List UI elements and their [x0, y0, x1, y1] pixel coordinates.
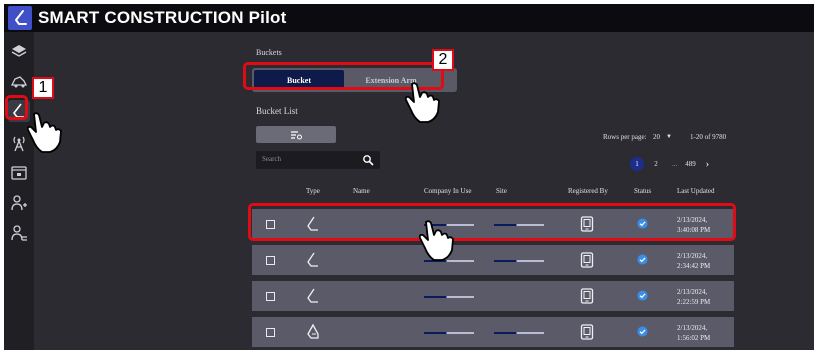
- table-row[interactable]: 2/13/2024, 1:56:02 PM: [252, 317, 734, 347]
- chevron-right-icon[interactable]: ›: [706, 159, 709, 170]
- site-bar: [494, 332, 544, 334]
- page-1-button[interactable]: 1: [630, 157, 644, 171]
- machines-icon: [10, 76, 28, 88]
- column-registered-by[interactable]: Registered By: [568, 187, 608, 195]
- bucket-icon: [307, 288, 318, 303]
- hand-pointer-icon: [418, 220, 454, 261]
- verified-status-icon: [637, 326, 648, 337]
- verified-status-icon: [637, 254, 648, 265]
- chevron-down-icon[interactable]: ▼: [666, 134, 672, 140]
- sidebar: [4, 32, 34, 350]
- row-checkbox[interactable]: [266, 328, 275, 337]
- pagination-range: 1-20 of 9780: [690, 133, 727, 141]
- slope-bucket-icon: [307, 323, 319, 339]
- sidebar-item-user-group[interactable]: [8, 222, 30, 244]
- rows-per-page-label: Rows per page:: [603, 133, 647, 141]
- last-updated: 2/13/2024, 1:56:02 PM: [677, 324, 711, 342]
- pagination: 1 2 ... 489 ›: [630, 157, 709, 171]
- verified-status-icon: [637, 290, 648, 301]
- row-checkbox[interactable]: [266, 292, 275, 301]
- column-name[interactable]: Name: [353, 187, 370, 195]
- row-checkbox[interactable]: [266, 256, 275, 265]
- sidebar-item-layers[interactable]: [8, 40, 30, 62]
- company-in-use-bar: [424, 332, 474, 334]
- cloud-screen-icon: [11, 166, 27, 180]
- sidebar-item-machines[interactable]: [8, 70, 30, 92]
- column-type[interactable]: Type: [306, 187, 320, 195]
- app-window: SMART CONSTRUCTION Pilot Buckets Bucket …: [4, 4, 814, 350]
- tablet-icon: [580, 324, 594, 340]
- filter-list-icon: [291, 130, 302, 139]
- page-ellipsis: ...: [672, 160, 678, 168]
- user-add-icon: [11, 195, 27, 211]
- bucket-icon: [307, 252, 318, 267]
- tablet-icon: [580, 288, 594, 304]
- tablet-icon: [580, 252, 594, 268]
- list-title: Bucket List: [256, 106, 298, 116]
- step-2-badge: 2: [432, 49, 454, 71]
- top-bar: SMART CONSTRUCTION Pilot: [4, 4, 814, 32]
- layers-icon: [11, 45, 27, 57]
- last-updated: 2/13/2024, 2:34:42 PM: [677, 252, 711, 270]
- hand-pointer-icon: [26, 112, 62, 153]
- sidebar-item-user-add[interactable]: [8, 192, 30, 214]
- site-bar: [494, 260, 544, 262]
- rows-per-page-select[interactable]: 20: [653, 133, 660, 141]
- column-last-updated[interactable]: Last Updated: [677, 187, 715, 195]
- app-title: SMART CONSTRUCTION Pilot: [38, 8, 287, 27]
- breadcrumb: Buckets: [256, 48, 282, 57]
- highlight-first-row: [248, 203, 736, 241]
- column-site[interactable]: Site: [496, 187, 507, 195]
- search-icon[interactable]: [362, 154, 374, 166]
- company-in-use-bar: [424, 296, 474, 298]
- hand-pointer-icon: [404, 82, 440, 123]
- page-2-button[interactable]: 2: [649, 157, 663, 171]
- last-updated: 2/13/2024, 2:22:59 PM: [677, 288, 711, 306]
- sidebar-item-cloud-screen[interactable]: [8, 162, 30, 184]
- search-input[interactable]: Search: [262, 155, 281, 163]
- step-1-badge: 1: [32, 77, 54, 99]
- table-row[interactable]: 2/13/2024, 2:22:59 PM: [252, 281, 734, 311]
- search-field[interactable]: Search: [256, 151, 380, 169]
- filter-button[interactable]: [256, 126, 336, 143]
- bucket-logo-icon: [15, 10, 27, 25]
- page-last-button[interactable]: 489: [685, 160, 696, 168]
- user-group-icon: [11, 225, 27, 241]
- column-status[interactable]: Status: [634, 187, 651, 195]
- logo: [8, 6, 32, 30]
- column-company-in-use[interactable]: Company In Use: [424, 187, 471, 195]
- table-header: Type Name Company In Use Site Registered…: [252, 187, 732, 201]
- table-row[interactable]: 2/13/2024, 2:34:42 PM: [252, 245, 734, 275]
